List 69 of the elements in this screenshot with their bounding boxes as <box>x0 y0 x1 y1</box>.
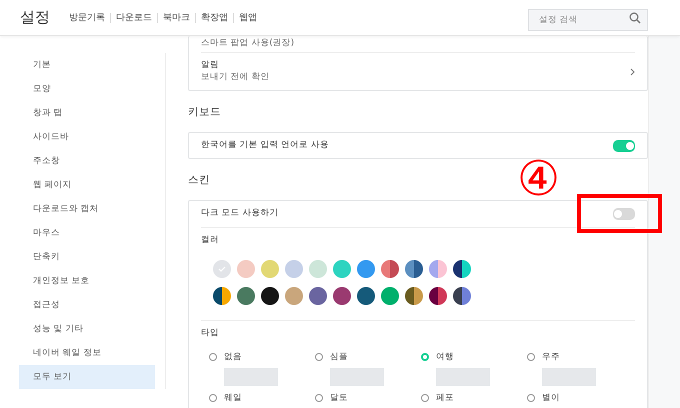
theme-radio[interactable]: 우주 <box>527 351 633 363</box>
color-swatch[interactable] <box>405 260 423 278</box>
color-swatch[interactable] <box>237 287 255 305</box>
sidebar-item[interactable]: 마우스 <box>19 221 155 245</box>
color-swatch[interactable] <box>261 287 279 305</box>
chevron-right-icon <box>630 68 635 76</box>
theme-radio[interactable]: 없음 <box>209 351 315 363</box>
setting-label: 다크 모드 사용하기 <box>201 208 278 220</box>
setting-description: 보내기 전에 확인 <box>201 72 270 83</box>
search-icon <box>629 12 641 24</box>
search-field[interactable]: 설정 검색 <box>528 8 648 30</box>
sidebar-item[interactable]: 다운로드와 캡처 <box>19 197 155 221</box>
color-swatch[interactable] <box>213 260 231 278</box>
sidebar-item[interactable]: 사이드바 <box>19 125 155 149</box>
theme-preview <box>330 368 384 386</box>
sidebar-item[interactable]: 주소창 <box>19 149 155 173</box>
theme-radio[interactable]: 웨일 <box>209 392 315 404</box>
sidebar-item[interactable]: 개인정보 보호 <box>19 269 155 293</box>
theme-radio[interactable]: 여행 <box>421 351 527 363</box>
color-swatch[interactable] <box>381 287 399 305</box>
theme-radio[interactable]: 별이 <box>527 392 633 404</box>
sidebar-item[interactable]: 네이버 웨일 정보 <box>19 341 155 365</box>
setting-label: 타입 <box>201 328 219 340</box>
sidebar-item[interactable]: 성능 및 기타 <box>19 317 155 341</box>
color-swatch[interactable] <box>261 260 279 278</box>
sidebar-item[interactable]: 웹 페이지 <box>19 173 155 197</box>
color-swatch[interactable] <box>381 260 399 278</box>
theme-preview <box>224 368 278 386</box>
color-swatch[interactable] <box>237 260 255 278</box>
color-swatch[interactable] <box>357 287 375 305</box>
setting-label: 컬러 <box>201 235 219 247</box>
section-heading: 스킨 <box>188 172 210 186</box>
annotation-number: ④ <box>517 155 560 203</box>
color-swatch[interactable] <box>333 287 351 305</box>
color-swatch[interactable] <box>309 260 327 278</box>
color-swatch[interactable] <box>429 287 447 305</box>
nav-link[interactable]: 확장앱 <box>195 12 233 22</box>
color-swatch[interactable] <box>357 260 375 278</box>
nav-link[interactable]: 북마크 <box>157 12 195 22</box>
nav-link[interactable]: 웹앱 <box>233 12 262 22</box>
nav-link[interactable]: 방문기록 <box>64 12 110 22</box>
color-swatch[interactable] <box>453 287 471 305</box>
color-swatch[interactable] <box>285 260 303 278</box>
page-title: 설정 <box>20 8 50 27</box>
sidebar-item[interactable]: 기본 <box>19 53 155 77</box>
theme-radio[interactable]: 페포 <box>421 392 527 404</box>
sidebar-item[interactable]: 접근성 <box>19 293 155 317</box>
color-swatch[interactable] <box>213 287 231 305</box>
sidebar-item[interactable]: 단축키 <box>19 245 155 269</box>
setting-label: 스마트 팝업 사용(권장) <box>201 38 294 50</box>
theme-radio[interactable]: 달토 <box>315 392 421 404</box>
sidebar-item[interactable]: 창과 탭 <box>19 101 155 125</box>
theme-preview <box>542 368 596 386</box>
color-swatch[interactable] <box>309 287 327 305</box>
nav-link[interactable]: 다운로드 <box>110 12 157 22</box>
color-swatch[interactable] <box>333 260 351 278</box>
toggle-switch[interactable] <box>613 208 635 220</box>
color-swatch[interactable] <box>453 260 471 278</box>
section-heading: 키보드 <box>188 104 221 118</box>
color-swatch[interactable] <box>405 287 423 305</box>
theme-preview <box>436 368 490 386</box>
sidebar-item[interactable]: 모두 보기 <box>19 365 155 389</box>
toggle-switch[interactable] <box>613 140 635 152</box>
setting-label: 한국어를 기본 입력 언어로 사용 <box>201 140 329 152</box>
theme-radio[interactable]: 심플 <box>315 351 421 363</box>
color-swatch[interactable] <box>429 260 447 278</box>
color-swatch[interactable] <box>285 287 303 305</box>
setting-label: 알림 <box>201 60 220 72</box>
sidebar-item[interactable]: 모양 <box>19 77 155 101</box>
